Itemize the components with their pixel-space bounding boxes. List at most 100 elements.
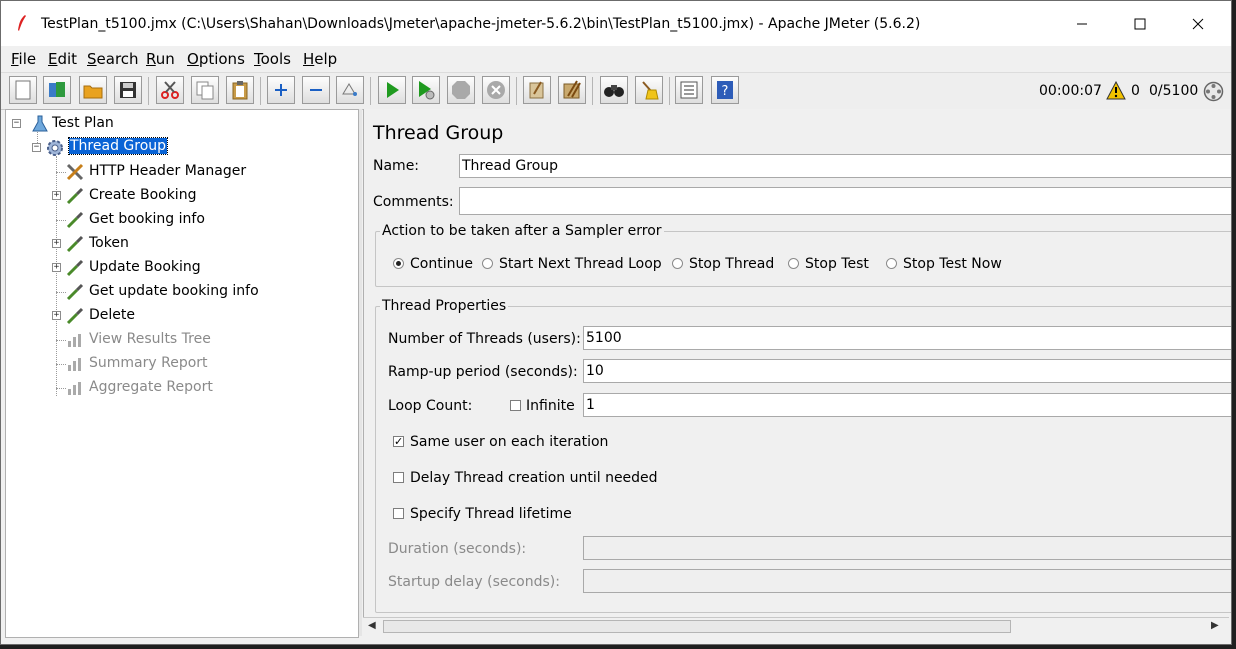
stop-test-now-label[interactable]: Stop Test Now — [903, 256, 1002, 272]
tree-connector — [56, 220, 66, 221]
reset-search-button[interactable] — [635, 76, 663, 104]
copy-button[interactable] — [191, 76, 219, 104]
stop-button[interactable] — [447, 76, 475, 104]
reset-search-icon — [642, 81, 659, 100]
expand-toggle[interactable]: + — [52, 311, 61, 320]
same-user-checkbox[interactable]: ✓ — [393, 436, 404, 447]
listener-chart-icon — [68, 334, 81, 347]
stop-test-label[interactable]: Stop Test — [805, 256, 869, 272]
toolbar-separator — [370, 77, 371, 105]
split-pane-divider[interactable] — [359, 109, 362, 636]
continue-label[interactable]: Continue — [410, 256, 473, 272]
new-button[interactable] — [9, 76, 37, 104]
stop-thread-label[interactable]: Stop Thread — [689, 256, 774, 272]
stop-test-now-radio[interactable] — [886, 258, 897, 269]
loop-count-field[interactable]: 1 — [583, 393, 1231, 417]
window-title: TestPlan_t5100.jmx (C:\Users\Shahan\Down… — [41, 16, 921, 32]
sampler-pipette-icon — [66, 259, 84, 277]
toggle-button[interactable] — [336, 76, 364, 104]
collapse-toggle[interactable]: − — [12, 119, 21, 128]
scroll-right-icon[interactable]: ▶ — [1211, 620, 1219, 631]
save-icon — [120, 82, 136, 98]
toolbar-separator — [669, 77, 670, 105]
rampup-field[interactable]: 10 — [583, 359, 1231, 383]
help-button[interactable]: ? — [711, 76, 739, 104]
infinite-label[interactable]: Infinite — [526, 398, 575, 414]
thread-properties-group — [375, 306, 1231, 613]
collapse-toggle[interactable]: − — [32, 143, 41, 152]
menu-options[interactable]: Options — [187, 50, 245, 68]
clear-button[interactable] — [523, 76, 551, 104]
tree-connector — [56, 364, 66, 365]
menu-tools[interactable]: Tools — [254, 50, 291, 68]
sampler-error-legend: Action to be taken after a Sampler error — [380, 223, 664, 239]
collapse-all-button[interactable] — [302, 76, 330, 104]
minimize-button[interactable] — [1053, 1, 1111, 46]
duration-field[interactable] — [583, 536, 1231, 560]
listener-chart-icon — [68, 358, 81, 371]
expand-toggle[interactable]: + — [52, 239, 61, 248]
tree-connector — [56, 340, 66, 341]
delay-thread-label[interactable]: Delay Thread creation until needed — [410, 470, 658, 486]
thread-lifetime-checkbox[interactable] — [393, 508, 404, 519]
menu-file[interactable]: File — [11, 50, 36, 68]
paste-button[interactable] — [226, 76, 254, 104]
scrollbar-thumb[interactable] — [383, 620, 1011, 633]
menu-bar: File Edit Search Run Options Tools Help — [1, 47, 1231, 71]
thread-lifetime-label[interactable]: Specify Thread lifetime — [410, 506, 572, 522]
stop-thread-radio[interactable] — [672, 258, 683, 269]
menu-run[interactable]: Run — [146, 50, 175, 68]
name-field[interactable]: Thread Group — [459, 154, 1231, 178]
active-threads: 0/5100 — [1149, 83, 1199, 99]
test-plan-icon — [32, 115, 48, 132]
same-user-label[interactable]: Same user on each iteration — [410, 434, 608, 450]
menu-help[interactable]: Help — [303, 50, 337, 68]
clear-icon — [529, 81, 544, 99]
scroll-left-icon[interactable]: ◀ — [368, 620, 376, 631]
start-button[interactable] — [378, 76, 406, 104]
new-icon — [15, 80, 31, 100]
stop-test-radio[interactable] — [788, 258, 799, 269]
delay-thread-checkbox[interactable] — [393, 472, 404, 483]
jmeter-feather-icon — [18, 15, 26, 31]
templates-button[interactable] — [43, 76, 71, 104]
continue-radio[interactable] — [393, 258, 404, 269]
expand-all-button[interactable] — [267, 76, 295, 104]
open-button[interactable] — [79, 76, 107, 104]
config-tools-icon — [66, 163, 84, 181]
start-next-loop-radio[interactable] — [482, 258, 493, 269]
clear-all-button[interactable] — [558, 76, 586, 104]
horizontal-scrollbar[interactable]: ◀ ▶ — [363, 617, 1229, 636]
threads-label: Number of Threads (users): — [388, 331, 581, 347]
save-button[interactable] — [114, 76, 142, 104]
loop-count-label: Loop Count: — [388, 398, 473, 414]
menu-edit[interactable]: Edit — [48, 50, 77, 68]
shutdown-button[interactable] — [482, 76, 510, 104]
close-icon — [1192, 18, 1204, 29]
warning-icon[interactable] — [1106, 81, 1126, 100]
start-next-loop-label[interactable]: Start Next Thread Loop — [499, 256, 662, 272]
expand-toggle[interactable]: + — [52, 191, 61, 200]
start-no-pauses-button[interactable] — [412, 76, 440, 104]
rampup-label: Ramp-up period (seconds): — [388, 364, 578, 380]
cut-button[interactable] — [156, 76, 184, 104]
thread-group-gear-icon — [47, 140, 63, 156]
maximize-button[interactable] — [1111, 1, 1169, 46]
startup-delay-label: Startup delay (seconds): — [388, 574, 560, 590]
maximize-icon — [1134, 18, 1146, 29]
panel-title: Thread Group — [373, 122, 504, 144]
name-label: Name: — [373, 158, 420, 174]
open-icon — [83, 85, 103, 99]
warning-count: 0 — [1131, 83, 1140, 99]
menu-search[interactable]: Search — [87, 50, 139, 68]
function-helper-button[interactable] — [675, 76, 703, 104]
test-plan-tree[interactable]: − Test Plan − Thread Group HTTP Header M… — [5, 109, 359, 638]
startup-delay-field[interactable] — [583, 569, 1231, 593]
threads-field[interactable]: 5100 — [583, 326, 1231, 350]
expand-toggle[interactable]: + — [52, 263, 61, 272]
close-button[interactable] — [1169, 1, 1227, 46]
comments-field[interactable] — [459, 187, 1231, 215]
infinite-checkbox[interactable] — [510, 400, 521, 411]
search-button[interactable] — [600, 76, 628, 104]
tree-connector — [56, 388, 66, 389]
